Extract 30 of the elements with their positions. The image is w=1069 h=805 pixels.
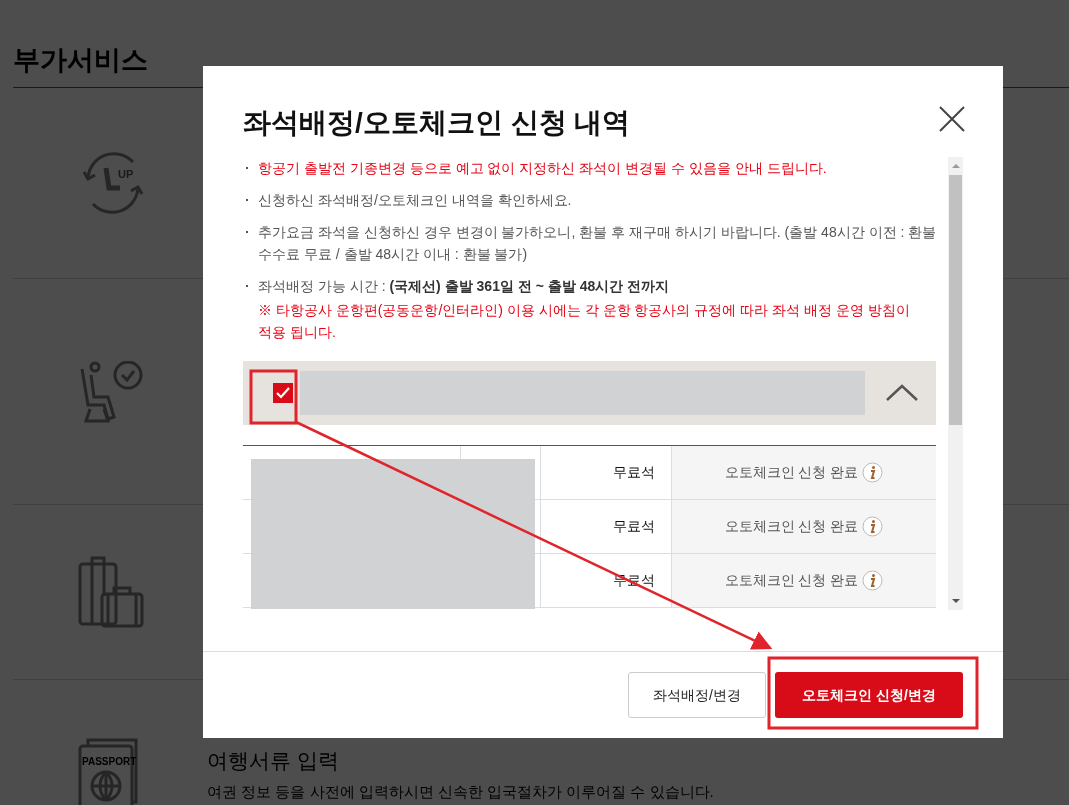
status-text: 오토체크인 신청 완료 (724, 571, 859, 590)
info-icon[interactable] (862, 462, 884, 483)
scrollbar[interactable] (948, 157, 963, 610)
passport-label: PASSPORT (82, 756, 137, 767)
highlight-frame (249, 369, 298, 425)
notice-text: 항공기 출발전 기종변경 등으로 예고 없이 지정하신 좌석이 변경될 수 있음을 안내 드립니다. (258, 159, 827, 178)
notice-text: 추가요금 좌석을 신청하신 경우 변경이 불가하오니, 환불 후 재구매 하시기 바랍니다. (출발 48시간 이전 : 환불 수수료 무료 / 출발 48시간 이내 : 환불 불가) (258, 223, 938, 264)
status-text: 오토체크인 신청 완료 (724, 517, 859, 536)
close-button[interactable] (939, 106, 965, 132)
auto-checkin-button[interactable]: 오토체크인 신청/변경 (775, 672, 963, 718)
seat-type: 무료석 (613, 517, 655, 536)
seat-type: 무료석 (613, 463, 655, 482)
modal-title: 좌석배정/오토체크인 신청 내역 (243, 106, 631, 140)
section-description: 여권 정보 등을 사전에 입력하시면 신속한 입국절차가 이루어질 수 있습니다. (207, 782, 714, 802)
info-icon[interactable] (862, 516, 884, 537)
luggage-icon (78, 556, 144, 628)
seat-check-icon (78, 360, 144, 423)
passport-icon (78, 738, 138, 805)
warning-text: ※ 타항공사 운항편(공동운항/인터라인) 이용 시에는 각 운항 항공사의 규정에 따라 좌석 배정 운영 방침이 적용 됩니다. (258, 301, 911, 342)
seat-change-button[interactable]: 좌석배정/변경 (628, 672, 766, 718)
seat-rotate-icon (82, 152, 144, 214)
section-title: 여행서류 입력 (207, 748, 339, 774)
notice-text: 신청하신 좌석배정/오토체크인 내역을 확인하세요. (258, 191, 572, 210)
notice-text: 좌석배정 가능 시간 : (국제선) 출발 361일 전 ~ 출발 48시간 전까지 (258, 277, 671, 296)
chevron-up-icon[interactable] (886, 384, 918, 402)
status-text: 오토체크인 신청 완료 (724, 463, 859, 482)
close-icon (939, 106, 965, 132)
info-icon[interactable] (862, 570, 884, 591)
page-title: 부가서비스 (13, 44, 148, 77)
checkbox[interactable] (273, 383, 293, 403)
